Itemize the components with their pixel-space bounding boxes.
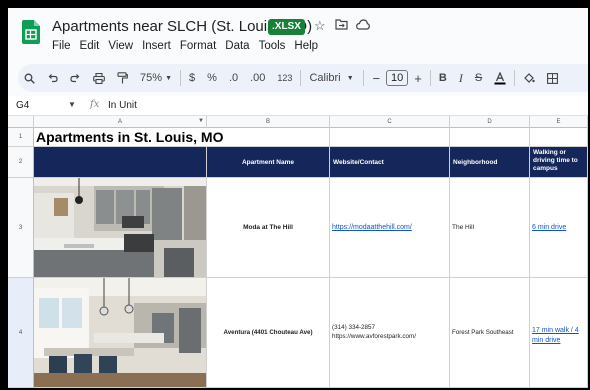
paint-format-icon[interactable] bbox=[111, 64, 134, 92]
sheet-title-cell[interactable]: Apartments in St. Louis, MO bbox=[34, 128, 223, 147]
decrease-font-size-button[interactable]: − bbox=[366, 64, 386, 92]
menu-tools[interactable]: Tools bbox=[259, 40, 286, 52]
fill-color-icon[interactable] bbox=[517, 64, 541, 92]
toolbar-divider bbox=[180, 70, 182, 86]
strikethrough-icon[interactable]: S bbox=[469, 64, 488, 92]
website-text: https://www.avforestpark.com/ bbox=[332, 332, 416, 340]
column-header-e[interactable]: E bbox=[530, 116, 588, 128]
chevron-down-icon[interactable]: ▼ bbox=[68, 100, 76, 109]
file-extension-badge: .XLSX bbox=[268, 19, 305, 35]
header-website-contact[interactable]: Website/Contact bbox=[330, 147, 450, 178]
search-menus-icon[interactable] bbox=[18, 64, 41, 92]
toolbar-divider bbox=[300, 70, 302, 86]
chevron-down-icon: ▼ bbox=[346, 74, 354, 82]
formula-bar: G4 ▼ fx In Unit bbox=[8, 96, 588, 116]
toolbar-divider bbox=[429, 70, 431, 86]
website-cell[interactable]: (314) 334-2857 https://www.avforestpark.… bbox=[330, 278, 450, 388]
menu-insert[interactable]: Insert bbox=[142, 40, 171, 52]
font-family-select[interactable]: Calibri ▼ bbox=[303, 64, 361, 92]
row-header-2[interactable]: 2 bbox=[8, 147, 34, 178]
toolbar: 75% ▼ $ % .0 .00 123 Calibri ▼ − 10 + B … bbox=[18, 64, 588, 92]
zoom-value: 75% bbox=[140, 72, 163, 84]
undo-icon[interactable] bbox=[41, 64, 64, 92]
chevron-down-icon: ▼ bbox=[165, 74, 173, 82]
menu-view[interactable]: View bbox=[108, 40, 133, 52]
menu-file[interactable]: File bbox=[52, 40, 71, 52]
sheets-logo-icon[interactable] bbox=[22, 20, 40, 44]
borders-icon[interactable] bbox=[541, 64, 564, 92]
header-cell-photo[interactable] bbox=[34, 147, 207, 178]
select-all-corner[interactable] bbox=[8, 116, 34, 128]
redo-icon[interactable] bbox=[64, 64, 87, 92]
cell[interactable] bbox=[330, 128, 450, 147]
toolbar-divider bbox=[514, 70, 516, 86]
commute-link[interactable]: 6 min drive bbox=[532, 224, 566, 231]
menu-edit[interactable]: Edit bbox=[80, 40, 100, 52]
sheets-app: Apartments near SLCH (St. Louis, MO) .XL… bbox=[8, 8, 588, 388]
website-cell[interactable]: https://modaatthehill.com/ bbox=[330, 178, 450, 278]
title-bar: Apartments near SLCH (St. Louis, MO) .XL… bbox=[8, 8, 588, 60]
spreadsheet-grid[interactable]: A B C D E ▼ 1 2 3 4 Apartments in St. Lo… bbox=[8, 116, 588, 388]
cell[interactable] bbox=[207, 128, 330, 147]
italic-button[interactable]: I bbox=[453, 64, 469, 92]
move-folder-icon[interactable] bbox=[335, 18, 348, 33]
zoom-select[interactable]: 75% ▼ bbox=[134, 64, 178, 92]
menu-bar: File Edit View Insert Format Data Tools … bbox=[52, 40, 318, 52]
star-icon[interactable]: ☆ bbox=[314, 18, 326, 34]
apartment-name-cell[interactable]: Moda at The Hill bbox=[207, 178, 330, 278]
cloud-status-icon[interactable] bbox=[356, 18, 370, 33]
number-format-button[interactable]: 123 bbox=[271, 64, 298, 92]
photo-cell[interactable] bbox=[34, 178, 207, 278]
bold-button[interactable]: B bbox=[433, 64, 453, 92]
print-icon[interactable] bbox=[87, 64, 111, 92]
currency-format-button[interactable]: $ bbox=[183, 64, 201, 92]
column-menu-chevron-icon[interactable]: ▼ bbox=[198, 118, 204, 124]
row-header-1[interactable]: 1 bbox=[8, 128, 34, 147]
name-box[interactable]: G4 bbox=[16, 100, 29, 111]
increase-font-size-button[interactable]: + bbox=[408, 64, 428, 92]
menu-help[interactable]: Help bbox=[294, 40, 318, 52]
increase-decimal-button[interactable]: .00 bbox=[244, 64, 271, 92]
percent-format-button[interactable]: % bbox=[201, 64, 223, 92]
row-header-4[interactable]: 4 bbox=[8, 278, 34, 388]
font-family-value: Calibri bbox=[309, 72, 341, 84]
toolbar-divider bbox=[363, 70, 365, 86]
column-header-d[interactable]: D bbox=[450, 116, 530, 128]
font-size-input[interactable]: 10 bbox=[386, 70, 409, 86]
column-header-b[interactable]: B bbox=[207, 116, 330, 128]
neighborhood-cell[interactable]: The Hill bbox=[450, 178, 530, 278]
apartment-name-cell[interactable]: Aventura (4401 Chouteau Ave) bbox=[207, 278, 330, 388]
photo-cell[interactable] bbox=[34, 278, 207, 388]
decrease-decimal-button[interactable]: .0 bbox=[223, 64, 244, 92]
phone-number: (314) 334-2857 bbox=[332, 324, 376, 331]
apartment-photo-kitchen bbox=[34, 178, 206, 277]
cell[interactable] bbox=[450, 128, 530, 147]
formula-input[interactable]: In Unit bbox=[108, 100, 137, 111]
cell[interactable] bbox=[530, 128, 588, 147]
text-color-icon[interactable] bbox=[488, 64, 512, 92]
commute-cell[interactable]: 17 min walk / 4 min drive bbox=[530, 278, 588, 388]
column-header-a[interactable]: A bbox=[34, 116, 207, 128]
header-commute-time[interactable]: Walking or driving time to campus bbox=[530, 147, 588, 178]
commute-cell[interactable]: 6 min drive bbox=[530, 178, 588, 278]
menu-format[interactable]: Format bbox=[180, 40, 216, 52]
column-header-c[interactable]: C bbox=[330, 116, 450, 128]
website-link[interactable]: https://modaatthehill.com/ bbox=[332, 224, 412, 231]
row-header-3[interactable]: 3 bbox=[8, 178, 34, 278]
header-neighborhood[interactable]: Neighborhood bbox=[450, 147, 530, 178]
menu-data[interactable]: Data bbox=[225, 40, 249, 52]
fx-icon: fx bbox=[90, 99, 100, 110]
apartment-photo-living bbox=[34, 278, 206, 387]
commute-link[interactable]: 17 min walk / 4 min drive bbox=[532, 327, 579, 344]
neighborhood-cell[interactable]: Forest Park Southeast bbox=[450, 278, 530, 388]
header-apartment-name[interactable]: Apartment Name bbox=[207, 147, 330, 178]
